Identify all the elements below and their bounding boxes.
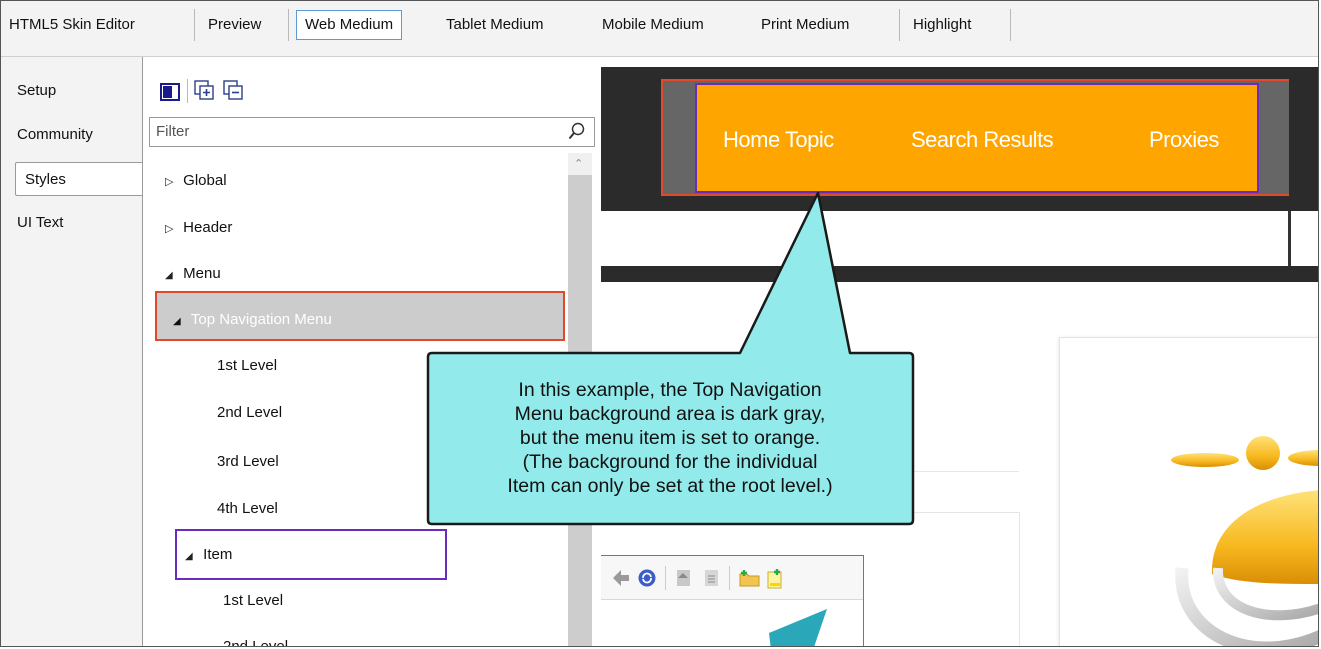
divider [1288,211,1291,266]
sync-icon[interactable] [637,568,657,592]
item-highlight [175,529,447,580]
scroll-up-icon[interactable]: ⌃ [574,157,583,170]
tree-node-menu[interactable]: ◢ Menu [165,262,221,286]
logo-card [1059,337,1318,646]
page-down-icon[interactable] [703,568,721,592]
tab-print-medium[interactable]: Print Medium [761,10,849,40]
tab-separator [899,9,900,41]
toolbar-separator [729,566,730,590]
callout-line: (The background for the individual [522,451,818,473]
top-navigation-menu-highlight [155,291,565,341]
tree-node-3rd-level[interactable]: 3rd Level [217,450,279,474]
expand-arrow-icon[interactable]: ▷ [165,217,179,241]
tab-web-medium[interactable]: Web Medium [296,10,403,40]
tree-node-2nd-level[interactable]: 2nd Level [217,401,282,425]
skin-preview-pane: Home Topic Search Results Proxies [601,57,1318,646]
callout-line: In this example, the Top Navigation [518,379,822,401]
styles-tree-panel: ⌃ ▷ Global ▷ Header ◢ Menu ◢ Top Navigat… [142,57,601,646]
callout-line: Menu background area is dark gray, [514,403,826,425]
logo-image [1140,378,1318,646]
collapse-all-icon[interactable] [222,79,244,105]
panel-toggle-icon[interactable] [160,83,180,105]
tab-preview[interactable]: Preview [208,10,261,40]
header-bottom-bar [601,266,1318,282]
tree-node-header[interactable]: ▷ Header [165,216,232,240]
tree-node-4th-level[interactable]: 4th Level [217,497,278,521]
tab-tablet-medium[interactable]: Tablet Medium [446,10,544,40]
tree-node-item-2nd-level[interactable]: 2nd Level [223,635,288,646]
filter-box [149,117,595,147]
callout-text: In this example, the Top Navigation Menu… [430,353,910,523]
mini-toolbar [601,556,863,600]
expand-arrow-icon[interactable]: ▷ [165,170,179,194]
toolbar-separator [665,566,666,590]
tree-node-global[interactable]: ▷ Global [165,169,227,193]
tree-node-1st-level[interactable]: 1st Level [217,354,277,378]
menu-item-search-results[interactable]: Search Results [911,127,1054,153]
skin-editor-window: HTML5 Skin Editor Preview Web Medium Tab… [0,0,1319,647]
tab-separator [1010,9,1011,41]
menu-item-proxies[interactable]: Proxies [1149,127,1219,153]
page-up-icon[interactable] [675,568,693,592]
expand-all-icon[interactable] [193,79,215,105]
tab-html5-skin-editor[interactable]: HTML5 Skin Editor [9,10,135,40]
menu-item-home-topic[interactable]: Home Topic [723,127,834,153]
toolbar-separator [187,79,188,103]
side-tab-ui-text[interactable]: UI Text [17,206,63,240]
editor-side-tabs: Setup Community Styles UI Text [1,57,143,646]
filter-input[interactable] [150,118,556,144]
tab-mobile-medium[interactable]: Mobile Medium [602,10,704,40]
tab-separator [288,9,289,41]
mini-toolbar-window [601,555,864,646]
tab-separator [194,9,195,41]
tree-node-item-1st-level[interactable]: 1st Level [223,589,283,613]
new-topic-icon[interactable] [765,568,785,594]
side-tab-styles[interactable]: Styles [15,162,143,196]
search-icon[interactable] [568,122,586,146]
callout-line: but the menu item is set to orange. [519,427,821,449]
collapse-arrow-icon[interactable]: ◢ [165,264,179,288]
side-tab-community[interactable]: Community [17,118,93,152]
medium-tab-bar: HTML5 Skin Editor Preview Web Medium Tab… [1,1,1318,57]
side-tab-setup[interactable]: Setup [17,74,56,108]
tab-highlight[interactable]: Highlight [913,10,971,40]
back-icon[interactable] [611,568,631,592]
new-folder-icon[interactable] [739,568,761,592]
callout-line: Item can only be set at the root level.) [507,475,833,497]
navbar-right-edge [1289,67,1318,211]
